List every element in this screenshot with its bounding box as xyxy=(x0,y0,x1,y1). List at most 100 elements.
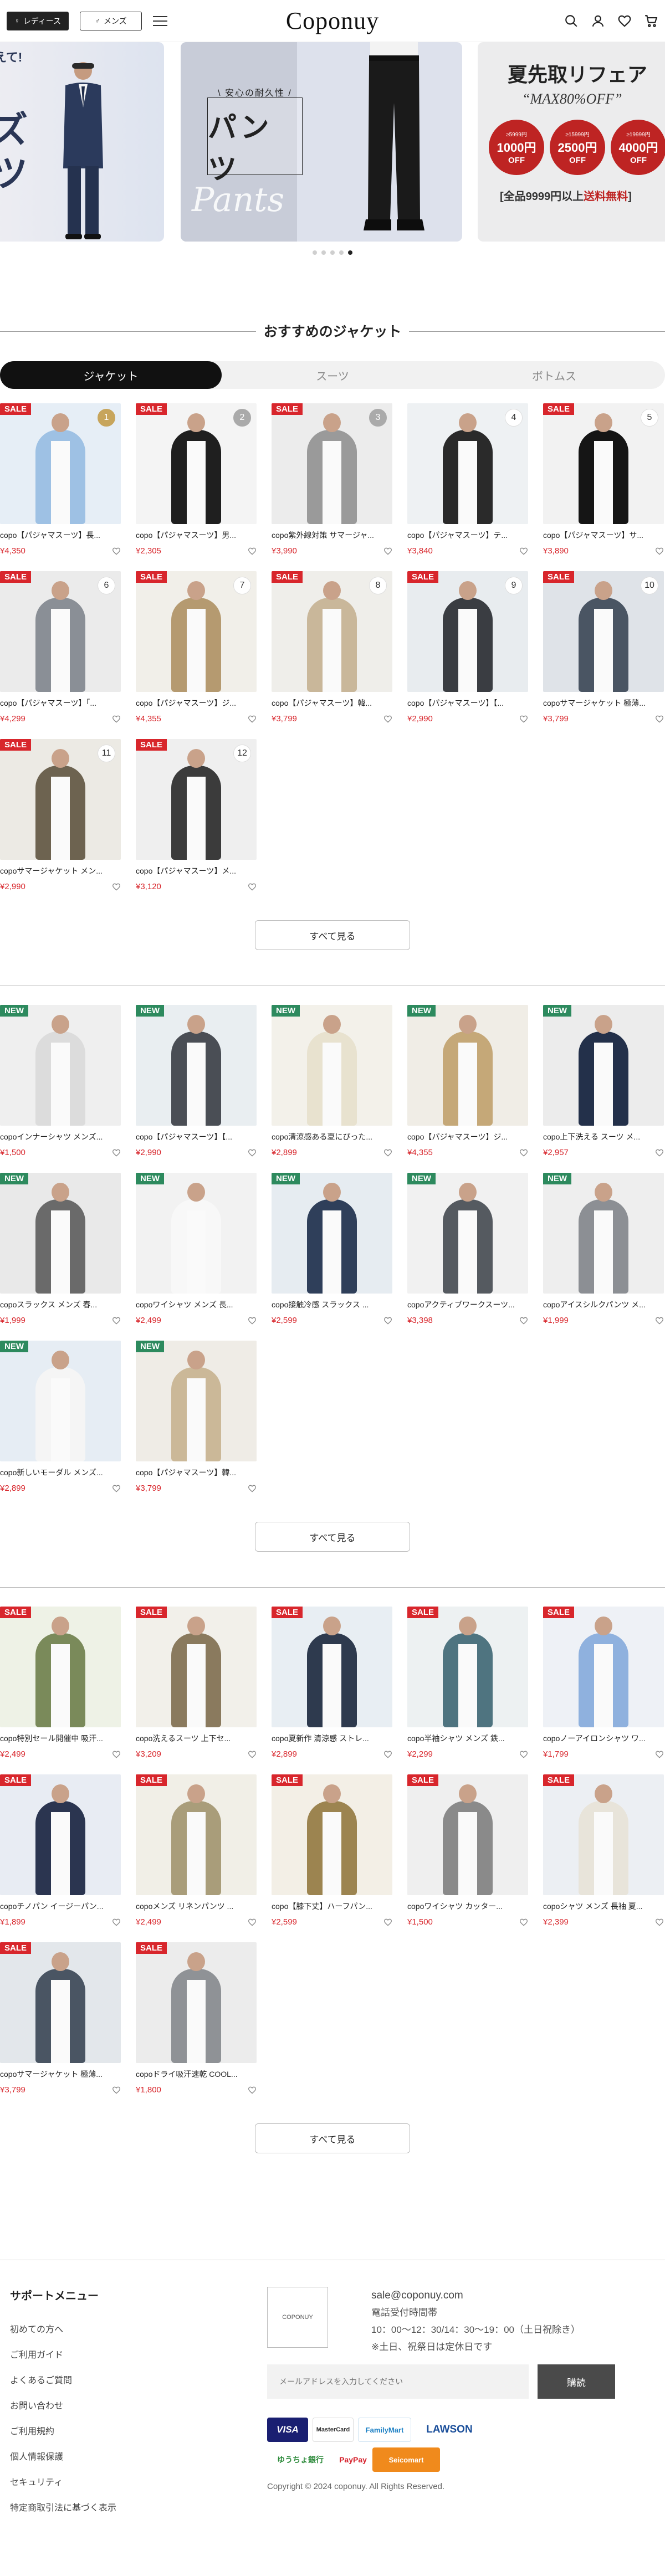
see-all-button-1[interactable]: すべて見る xyxy=(255,920,410,950)
product-card[interactable]: SALE copoノーアイロンシャツ ワ... ¥1,799 xyxy=(543,1607,664,1759)
see-all-button-3[interactable]: すべて見る xyxy=(255,2123,410,2153)
product-card[interactable]: SALE 5 copo【パジャマスーツ】サ... ¥3,890 xyxy=(543,403,664,556)
menu-icon[interactable] xyxy=(153,16,167,26)
favorite-heart-icon[interactable] xyxy=(248,1750,257,1759)
favorite-heart-icon[interactable] xyxy=(112,1750,121,1759)
newsletter-email-input[interactable] xyxy=(267,2364,529,2399)
footer-menu-item[interactable]: ご利用規約 xyxy=(10,2424,255,2437)
product-image[interactable]: NEW xyxy=(136,1341,257,1461)
product-name[interactable]: copo清涼感ある夏にぴった... xyxy=(272,1131,392,1142)
product-image[interactable]: SALE 7 xyxy=(136,571,257,692)
product-name[interactable]: copoサマージャケット メン... xyxy=(0,865,121,876)
favorite-heart-icon[interactable] xyxy=(112,547,121,556)
ladies-button[interactable]: ♀ レディース xyxy=(7,11,69,30)
product-card[interactable]: SALE 8 copo【パジャマスーツ】韓... ¥3,799 xyxy=(272,571,392,723)
product-image[interactable]: NEW xyxy=(0,1341,121,1461)
favorite-heart-icon[interactable] xyxy=(519,715,528,723)
banner-slide-sale[interactable]: 夏先取リフェア “MAX80%OFF” ≥5999円 1000円 OFF ≥15999… xyxy=(478,42,665,242)
product-image[interactable]: SALE xyxy=(0,1607,121,1727)
favorite-heart-icon[interactable] xyxy=(112,2086,121,2095)
product-name[interactable]: copo【パジャマスーツ】韓... xyxy=(272,697,392,709)
product-image[interactable]: NEW xyxy=(543,1173,664,1294)
product-card[interactable]: NEW copoアクティブワークスーツ... ¥3,398 xyxy=(407,1173,528,1325)
product-image[interactable]: SALE xyxy=(0,1942,121,2063)
product-card[interactable]: SALE copoドライ吸汗速乾 COOL... ¥1,800 xyxy=(136,1942,257,2095)
search-icon[interactable] xyxy=(564,14,579,28)
product-image[interactable]: NEW xyxy=(407,1005,528,1126)
product-image[interactable]: SALE xyxy=(272,1774,392,1895)
footer-menu-item[interactable]: 初めての方へ xyxy=(10,2322,255,2335)
favorite-heart-icon[interactable] xyxy=(655,547,664,556)
product-name[interactable]: copoサマージャケット 極薄... xyxy=(543,697,664,709)
carousel-dot[interactable] xyxy=(330,250,335,255)
product-name[interactable]: copo紫外線対策 サマージャ... xyxy=(272,530,392,541)
product-card[interactable]: SALE 12 copo【パジャマスーツ】メ... ¥3,120 xyxy=(136,739,257,891)
product-image[interactable]: NEW xyxy=(136,1005,257,1126)
favorite-heart-icon[interactable] xyxy=(248,1484,257,1493)
product-name[interactable]: copo【パジャマスーツ】ジ... xyxy=(407,1131,528,1142)
product-image[interactable]: SALE xyxy=(543,1774,664,1895)
product-name[interactable]: copoアイスシルクパンツ メ... xyxy=(543,1299,664,1310)
footer-menu-item[interactable]: よくあるご質問 xyxy=(10,2373,255,2386)
product-card[interactable]: NEW copoスラックス メンズ 春... ¥1,999 xyxy=(0,1173,121,1325)
favorite-heart-icon[interactable] xyxy=(519,1148,528,1157)
favorite-heart-icon[interactable] xyxy=(655,715,664,723)
product-card[interactable]: NEW copoアイスシルクパンツ メ... ¥1,999 xyxy=(543,1173,664,1325)
mens-button[interactable]: ♂ メンズ xyxy=(80,11,142,30)
favorite-heart-icon[interactable] xyxy=(383,1918,392,1927)
favorite-heart-icon[interactable] xyxy=(248,2086,257,2095)
product-image[interactable]: SALE 2 xyxy=(136,403,257,524)
product-name[interactable]: copo新しいモーダル メンズ... xyxy=(0,1467,121,1478)
product-image[interactable]: SALE 12 xyxy=(136,739,257,860)
product-image[interactable]: SALE 6 xyxy=(0,571,121,692)
product-image[interactable]: SALE 1 xyxy=(0,403,121,524)
favorite-heart-icon[interactable] xyxy=(112,1148,121,1157)
product-name[interactable]: copoサマージャケット 極薄... xyxy=(0,2069,121,2080)
product-card[interactable]: SALE 3 copo紫外線対策 サマージャ... ¥3,990 xyxy=(272,403,392,556)
footer-menu-item[interactable]: お問い合わせ xyxy=(10,2398,255,2411)
cart-icon[interactable] xyxy=(644,14,658,28)
favorite-heart-icon[interactable] xyxy=(248,1918,257,1927)
product-card[interactable]: NEW copo上下洗える スーツ メ... ¥2,957 xyxy=(543,1005,664,1157)
product-card[interactable]: SALE copoシャツ メンズ 長袖 夏... ¥2,399 xyxy=(543,1774,664,1927)
product-image[interactable]: SALE 10 xyxy=(543,571,664,692)
product-image[interactable]: SALE 5 xyxy=(543,403,664,524)
product-name[interactable]: copo接触冷感 スラックス ... xyxy=(272,1299,392,1310)
product-card[interactable]: SALE 10 copoサマージャケット 極薄... ¥3,799 xyxy=(543,571,664,723)
footer-menu-item[interactable]: ご利用ガイド xyxy=(10,2347,255,2361)
product-image[interactable]: SALE 3 xyxy=(272,403,392,524)
product-card[interactable]: SALE copoメンズ リネンパンツ ... ¥2,499 xyxy=(136,1774,257,1927)
product-card[interactable]: NEW copoワイシャツ メンズ 長... ¥2,499 xyxy=(136,1173,257,1325)
product-image[interactable]: SALE xyxy=(272,1607,392,1727)
product-name[interactable]: copo半袖シャツ メンズ 鉄... xyxy=(407,1733,528,1744)
favorite-heart-icon[interactable] xyxy=(112,715,121,723)
product-card[interactable]: NEW copo【パジャマスーツ】韓... ¥3,799 xyxy=(136,1341,257,1493)
hero-carousel[interactable]: えて! ズ ツ \ 安心の耐久性 / パンツ Pants xyxy=(0,42,665,264)
product-card[interactable]: SALE 6 copo【パジャマスーツ】「... ¥4,299 xyxy=(0,571,121,723)
product-image[interactable]: NEW xyxy=(543,1005,664,1126)
contact-email[interactable]: sale@coponuy.com xyxy=(371,2287,580,2304)
product-name[interactable]: copo【パジャマスーツ】テ... xyxy=(407,530,528,541)
favorite-heart-icon[interactable] xyxy=(655,1918,664,1927)
product-name[interactable]: copo【パジャマスーツ】長... xyxy=(0,530,121,541)
product-name[interactable]: copo【パジャマスーツ】ジ... xyxy=(136,697,257,709)
carousel-dot[interactable] xyxy=(313,250,317,255)
product-name[interactable]: copoメンズ リネンパンツ ... xyxy=(136,1901,257,1912)
product-name[interactable]: copo【膝下丈】ハーフパン... xyxy=(272,1901,392,1912)
product-card[interactable]: NEW copo新しいモーダル メンズ... ¥2,899 xyxy=(0,1341,121,1493)
favorite-heart-icon[interactable] xyxy=(519,547,528,556)
product-card[interactable]: NEW copoインナーシャツ メンズ... ¥1,500 xyxy=(0,1005,121,1157)
favorite-heart-icon[interactable] xyxy=(519,1750,528,1759)
product-card[interactable]: SALE 7 copo【パジャマスーツ】ジ... ¥4,355 xyxy=(136,571,257,723)
carousel-dot[interactable] xyxy=(348,250,352,255)
favorite-heart-icon[interactable] xyxy=(519,1316,528,1325)
favorite-heart-icon[interactable] xyxy=(383,1750,392,1759)
product-image[interactable]: SALE 9 xyxy=(407,571,528,692)
product-name[interactable]: copoチノパン イージーパン... xyxy=(0,1901,121,1912)
favorite-heart-icon[interactable] xyxy=(519,1918,528,1927)
favorite-heart-icon[interactable] xyxy=(655,1148,664,1157)
product-name[interactable]: copoワイシャツ カッター... xyxy=(407,1901,528,1912)
product-card[interactable]: NEW copo【パジャマスーツ】ジ... ¥4,355 xyxy=(407,1005,528,1157)
favorite-heart-icon[interactable] xyxy=(383,715,392,723)
product-card[interactable]: NEW copo清涼感ある夏にぴった... ¥2,899 xyxy=(272,1005,392,1157)
